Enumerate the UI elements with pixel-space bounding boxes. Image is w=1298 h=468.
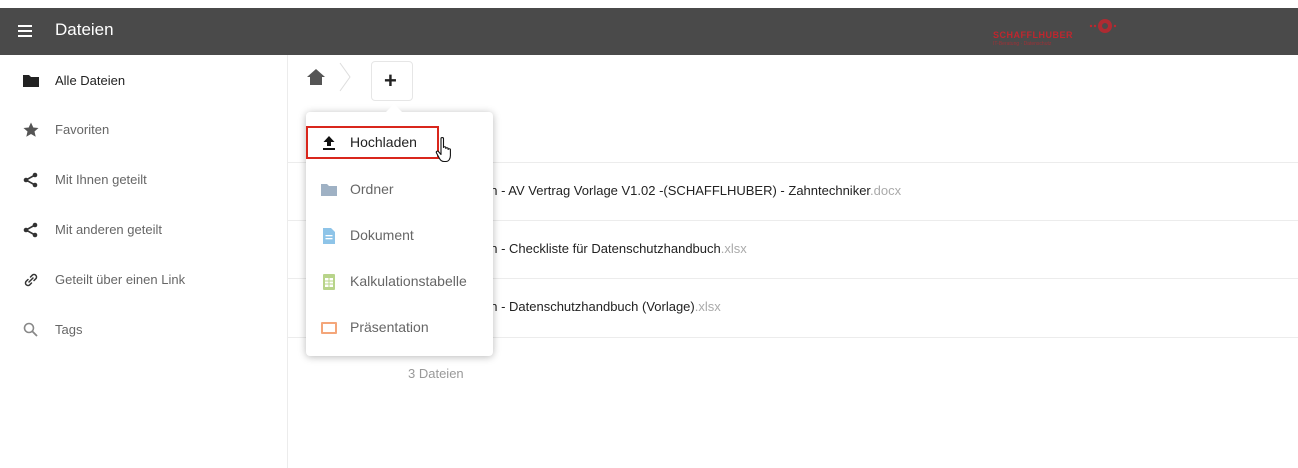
menu-item-presentation[interactable]: Präsentation <box>306 305 493 351</box>
breadcrumb-separator-icon <box>339 62 351 92</box>
sidebar-item-favorites[interactable]: Favoriten <box>0 112 287 148</box>
presentation-icon <box>321 322 337 334</box>
share-icon <box>23 172 38 188</box>
menu-item-label: Dokument <box>350 227 414 243</box>
star-icon <box>23 122 39 137</box>
file-name[interactable]: nn - Datenschutzhandbuch (Vorlage).xlsx <box>483 299 721 314</box>
document-icon <box>323 228 335 244</box>
sidebar-item-tags[interactable]: Tags <box>0 312 287 348</box>
hamburger-menu-icon[interactable] <box>18 25 34 39</box>
link-icon <box>24 273 38 287</box>
add-button-label: + <box>384 68 397 93</box>
sidebar-item-label: Mit anderen geteilt <box>55 222 162 237</box>
sidebar: Alle Dateien Favoriten Mit Ihnen geteilt… <box>0 55 288 468</box>
home-icon[interactable] <box>305 67 327 87</box>
spreadsheet-icon <box>323 274 335 290</box>
menu-item-folder[interactable]: Ordner <box>306 167 493 213</box>
new-item-button[interactable]: + <box>371 61 413 101</box>
sidebar-item-label: Geteilt über einen Link <box>55 272 186 287</box>
share-icon <box>23 222 38 238</box>
menu-item-document[interactable]: Dokument <box>306 213 493 259</box>
brand-name: SCHAFFLHUBER <box>993 30 1073 40</box>
menu-item-label: Ordner <box>350 181 394 197</box>
app-title[interactable]: Dateien <box>55 20 114 40</box>
menu-item-upload[interactable]: Hochladen <box>306 120 493 166</box>
menu-item-label: Kalkulationstabelle <box>350 273 467 289</box>
upload-icon <box>323 136 335 150</box>
sidebar-item-label: Favoriten <box>55 122 110 137</box>
brand-logo: SCHAFFLHUBER IT-Beratung · Datenschutz <box>990 14 1130 50</box>
app-header: Dateien SCHAFFLHUBER IT-Beratung · Daten… <box>0 8 1298 55</box>
new-item-menu: Hochladen Ordner Dokument Kalkulationsta… <box>306 104 493 356</box>
sidebar-item-all-files[interactable]: Alle Dateien <box>0 63 287 99</box>
folder-icon <box>23 75 39 87</box>
folder-icon <box>321 184 337 196</box>
sidebar-item-label: Tags <box>55 322 83 337</box>
sidebar-item-label: Alle Dateien <box>55 73 126 88</box>
menu-item-spreadsheet[interactable]: Kalkulationstabelle <box>306 259 493 305</box>
sidebar-item-label: Mit Ihnen geteilt <box>55 172 147 187</box>
menu-item-label: Präsentation <box>350 319 429 335</box>
sidebar-item-shared-with-you[interactable]: Mit Ihnen geteilt <box>0 162 287 198</box>
sidebar-item-shared-by-link[interactable]: Geteilt über einen Link <box>0 262 287 298</box>
file-name[interactable]: nn - AV Vertrag Vorlage V1.02 -(SCHAFFLH… <box>483 183 901 198</box>
hand-cursor-icon <box>435 137 451 163</box>
file-name[interactable]: nn - Checkliste für Datenschutzhandbuch.… <box>483 241 747 256</box>
sidebar-item-shared-with-others[interactable]: Mit anderen geteilt <box>0 212 287 248</box>
search-icon <box>23 322 38 337</box>
file-count-summary: 3 Dateien <box>408 366 464 381</box>
menu-item-label: Hochladen <box>350 134 417 150</box>
brand-tagline: IT-Beratung · Datenschutz <box>993 41 1052 47</box>
